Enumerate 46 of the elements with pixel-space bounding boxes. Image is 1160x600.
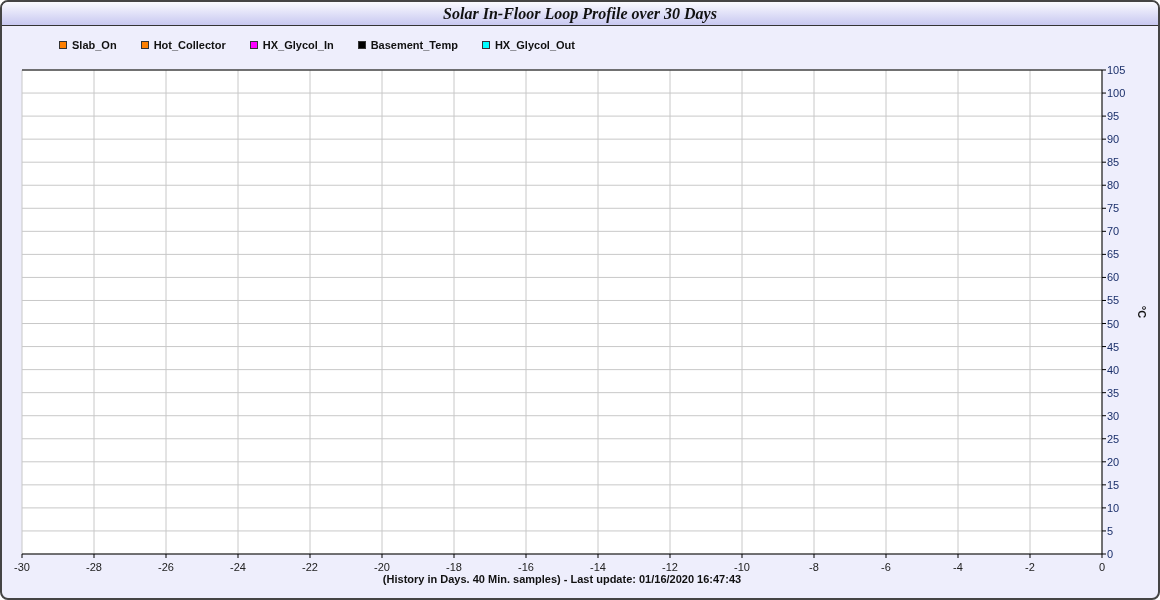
y-tick-label: 70	[1107, 225, 1120, 238]
x-tick-label: -16	[518, 561, 534, 573]
x-tick-label: -24	[230, 561, 246, 573]
x-tick-label: -6	[881, 561, 891, 573]
y-tick-label: 75	[1107, 202, 1120, 215]
legend-label: Basement_Temp	[370, 37, 458, 53]
y-tick-label: 85	[1107, 156, 1120, 169]
legend-label: HX_Glycol_Out	[494, 37, 575, 53]
x-tick-label: -30	[14, 561, 30, 573]
x-tick-label: -18	[446, 561, 462, 573]
y-tick-label: 65	[1107, 248, 1120, 261]
y-tick-label: 15	[1107, 478, 1120, 491]
y-axis-label: °C	[1136, 305, 1148, 319]
y-tick-label: 50	[1107, 317, 1120, 330]
x-tick-label: -28	[86, 561, 102, 573]
y-tick-label: 90	[1107, 133, 1120, 146]
x-tick-label: 0	[1098, 561, 1106, 573]
y-tick-label: 55	[1107, 294, 1120, 307]
y-tick-label: 100	[1107, 87, 1126, 100]
y-tick-label: 20	[1107, 455, 1120, 468]
x-tick-label: -2	[1025, 561, 1035, 573]
x-tick-label: -20	[374, 561, 390, 573]
y-tick-label: 45	[1107, 340, 1120, 353]
y-tick-label: 95	[1107, 110, 1120, 123]
y-tick-label: 25	[1107, 432, 1120, 445]
x-tick-label: -12	[662, 561, 678, 573]
x-tick-label: -14	[590, 561, 606, 573]
y-tick-label: 35	[1107, 386, 1120, 399]
legend-label: HX_Glycol_In	[262, 37, 334, 53]
x-tick-label: -22	[302, 561, 318, 573]
y-tick-label: 5	[1107, 524, 1114, 537]
window-title: Solar In-Floor Loop Profile over 30 Days	[2, 2, 1158, 26]
y-tick-label: 0	[1107, 548, 1114, 560]
legend-label: Slab_On	[72, 37, 117, 53]
y-tick-label: 60	[1107, 271, 1120, 284]
y-tick-label: 40	[1107, 363, 1120, 376]
x-tick-label: -4	[953, 561, 963, 573]
y-tick-label: 105	[1107, 64, 1126, 76]
x-tick-label: -26	[158, 561, 174, 573]
x-axis-label: (History in Days. 40 Min. samples) - Last update: 01/16/2020 16:47:43	[382, 573, 742, 585]
legend-label: Hot_Collector	[153, 37, 226, 53]
y-tick-label: 10	[1107, 501, 1120, 514]
x-tick-label: -8	[809, 561, 819, 573]
y-tick-label: 30	[1107, 409, 1120, 422]
y-tick-label: 80	[1107, 179, 1120, 192]
x-tick-label: -10	[734, 561, 750, 573]
